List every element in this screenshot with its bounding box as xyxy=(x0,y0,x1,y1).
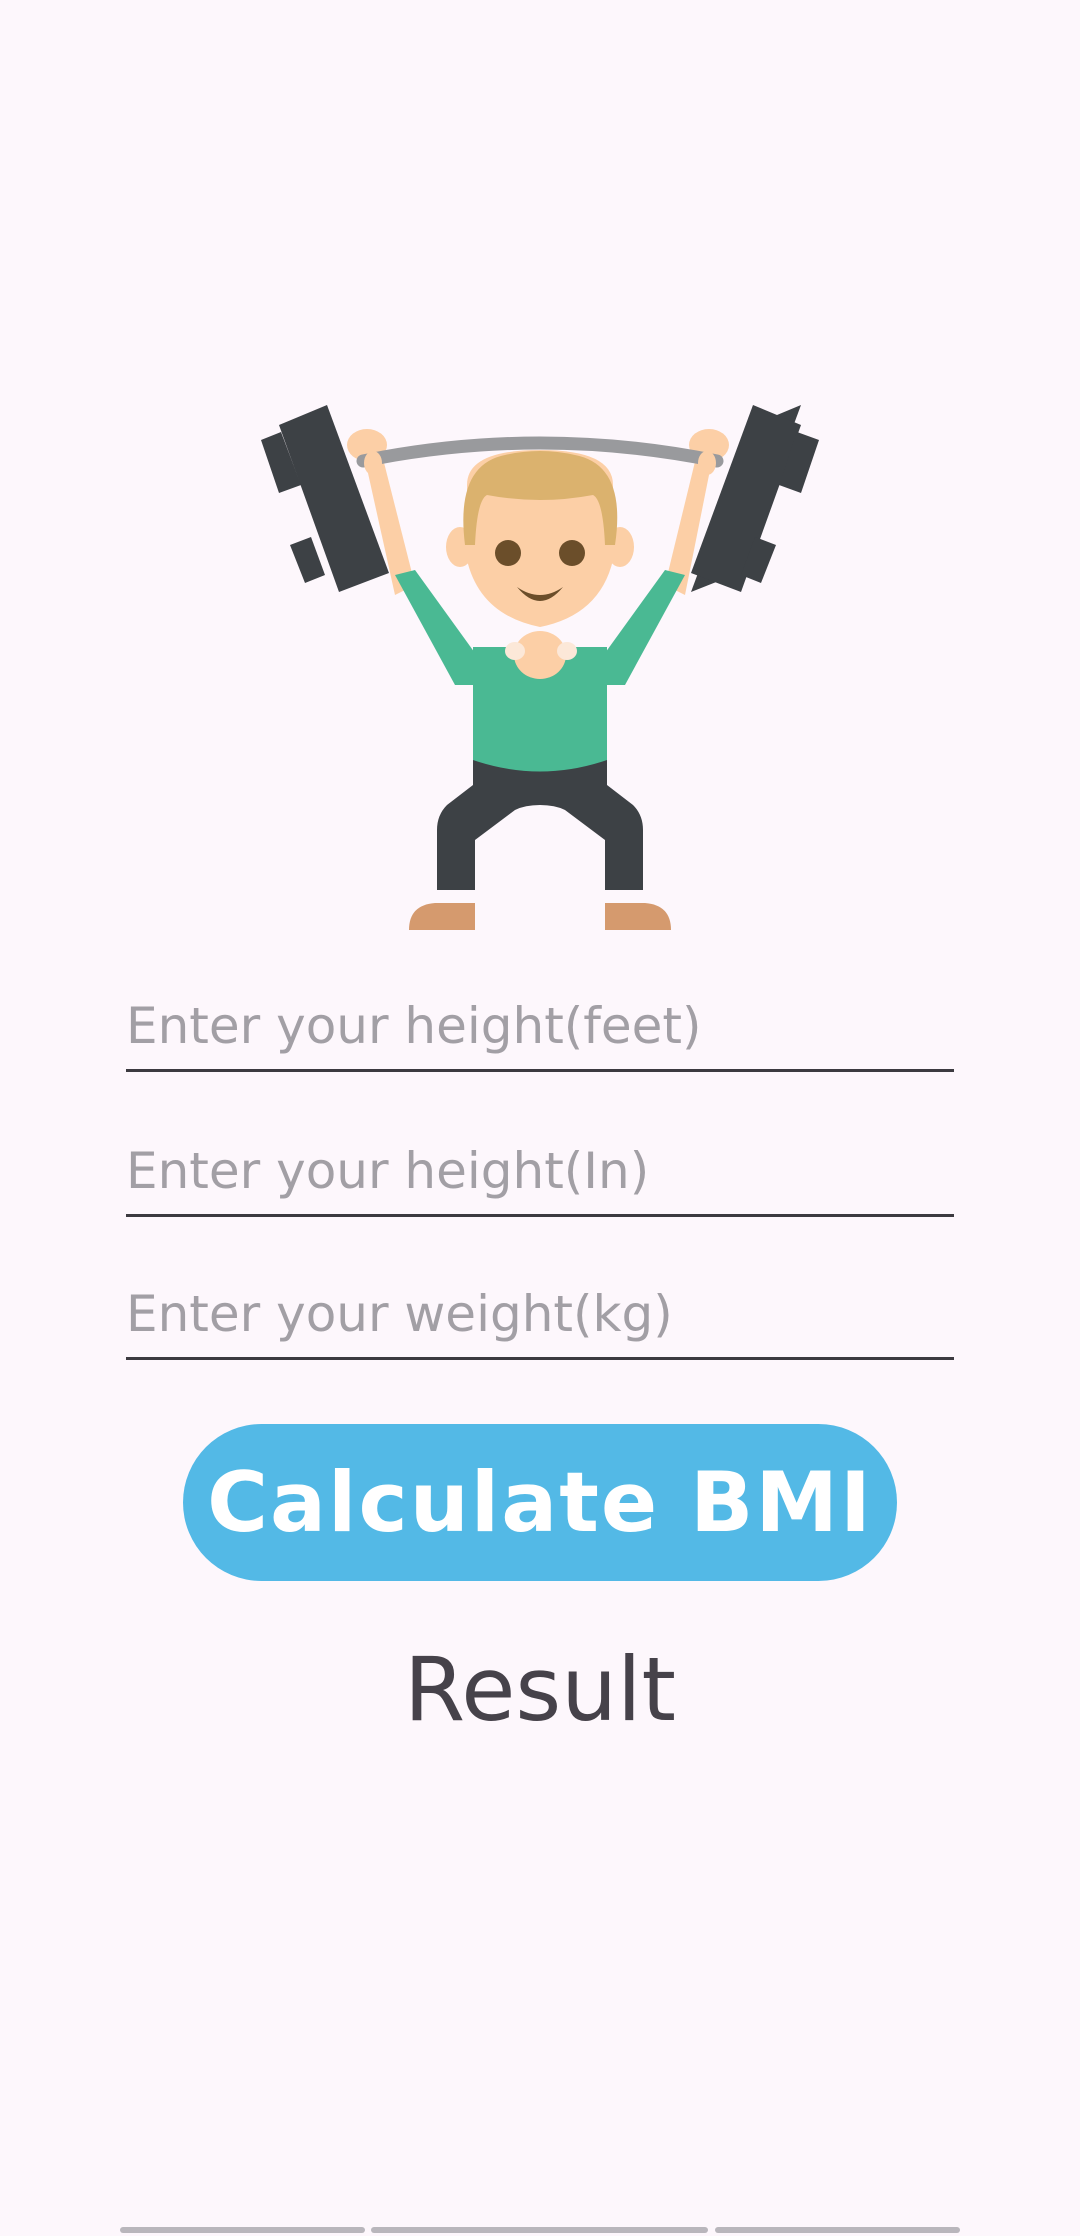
weight-kg-input[interactable] xyxy=(126,1270,954,1357)
height-inches-field[interactable] xyxy=(126,1127,954,1217)
calculate-bmi-button[interactable]: Calculate BMI xyxy=(183,1424,897,1581)
result-text: Result xyxy=(404,1638,676,1741)
nav-bar-segment xyxy=(715,2227,960,2233)
height-inches-input[interactable] xyxy=(126,1127,954,1214)
nav-bar-segment xyxy=(120,2227,365,2233)
weight-lifter-icon xyxy=(261,405,819,930)
weight-lifter-illustration xyxy=(255,365,825,935)
height-feet-input[interactable] xyxy=(126,982,954,1069)
nav-bar-segment xyxy=(371,2227,708,2233)
height-feet-field[interactable] xyxy=(126,982,954,1072)
weight-kg-field[interactable] xyxy=(126,1270,954,1360)
